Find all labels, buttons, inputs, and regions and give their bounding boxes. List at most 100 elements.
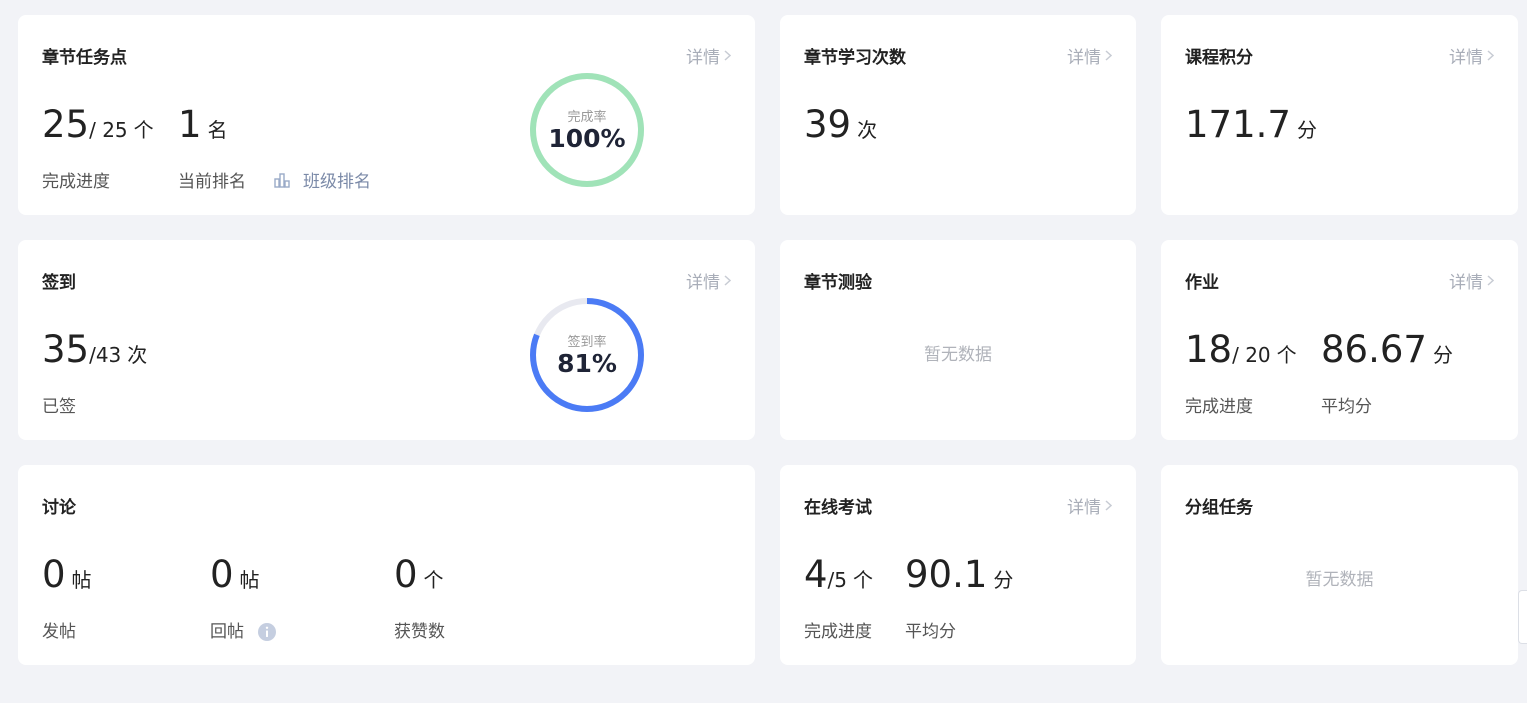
- details-label: 详情: [1449, 273, 1483, 293]
- homework-avg-unit: 分: [1432, 343, 1453, 367]
- study-count: 39: [804, 103, 852, 146]
- signin-value: 35/43 次: [42, 328, 147, 371]
- card-title: 讨论: [42, 498, 76, 518]
- chapter-study-card: 章节学习次数 详情 39 次: [780, 15, 1136, 215]
- likes-value: 0个: [394, 553, 444, 596]
- homework-done: 18: [1185, 328, 1233, 371]
- chapter-tasks-card: 章节任务点 详情 25/ 25 个 完成进度 1名 当前排名 班级排名 完成率 1…: [18, 15, 755, 215]
- avg-label: 平均分: [1321, 397, 1372, 417]
- chevron-right-icon: [1487, 275, 1494, 286]
- chevron-right-icon: [724, 275, 731, 286]
- homework-unit: 个: [1276, 343, 1297, 367]
- card-title: 签到: [42, 273, 76, 293]
- progress-label: 完成进度: [1185, 397, 1253, 417]
- posts-count: 0: [42, 553, 66, 596]
- exam-done: 4: [804, 553, 828, 596]
- posts-label: 发帖: [42, 622, 76, 642]
- homework-total: / 20: [1232, 343, 1271, 367]
- bar-chart-icon: [274, 172, 290, 188]
- rank-unit: 名: [207, 118, 228, 142]
- side-drawer-handle[interactable]: [1518, 590, 1527, 644]
- homework-card: 作业 详情 18/ 20 个 完成进度 86.67 分 平均分: [1161, 240, 1518, 440]
- card-title: 章节学习次数: [804, 48, 906, 68]
- online-exam-card: 在线考试 详情 4/5 个 完成进度 90.1 分 平均分: [780, 465, 1136, 665]
- details-label: 详情: [1067, 48, 1101, 68]
- chevron-right-icon: [1487, 50, 1494, 61]
- details-label: 详情: [686, 48, 720, 68]
- card-title: 作业: [1185, 273, 1219, 293]
- posts-value: 0帖: [42, 553, 92, 596]
- avg-label: 平均分: [905, 622, 956, 642]
- details-label: 详情: [1449, 48, 1483, 68]
- card-title: 分组任务: [1185, 498, 1253, 518]
- details-link[interactable]: 详情: [686, 43, 731, 68]
- details-link[interactable]: 详情: [686, 268, 731, 293]
- chevron-right-icon: [724, 50, 731, 61]
- details-label: 详情: [1067, 498, 1101, 518]
- homework-avg-value: 86.67 分: [1321, 328, 1453, 371]
- replies-unit: 帖: [239, 568, 260, 592]
- task-progress-value: 25/ 25 个: [42, 103, 154, 146]
- exam-total: /5: [827, 568, 848, 592]
- empty-state: 暂无数据: [924, 345, 992, 365]
- card-title: 在线考试: [804, 498, 872, 518]
- exam-avg-unit: 分: [993, 568, 1014, 592]
- ring-label: 签到率: [567, 335, 607, 350]
- empty-state: 暂无数据: [1305, 570, 1374, 590]
- posts-unit: 帖: [71, 568, 92, 592]
- points-value: 171.7 分: [1185, 103, 1317, 146]
- study-count-value: 39 次: [804, 103, 877, 146]
- rank-number: 1: [178, 103, 202, 146]
- chapter-quiz-card: 章节测验 暂无数据: [780, 240, 1136, 440]
- card-title: 课程积分: [1185, 48, 1253, 68]
- signin-card: 签到 详情 35/43 次 已签 签到率 81%: [18, 240, 755, 440]
- class-rank-link[interactable]: 班级排名: [273, 167, 371, 192]
- completion-ring: 完成率 100%: [529, 72, 645, 188]
- details-link[interactable]: 详情: [1449, 43, 1494, 68]
- progress-label: 完成进度: [42, 172, 110, 192]
- replies-label: 回帖: [210, 622, 244, 642]
- info-icon[interactable]: [257, 622, 277, 642]
- homework-avg: 86.67: [1321, 328, 1427, 371]
- rank-value: 1名: [178, 103, 228, 146]
- exam-avg: 90.1: [905, 553, 988, 596]
- replies-value: 0帖: [210, 553, 260, 596]
- rank-label: 当前排名: [178, 172, 246, 192]
- homework-progress-value: 18/ 20 个: [1185, 328, 1297, 371]
- signin-done: 35: [42, 328, 90, 371]
- points-number: 171.7: [1185, 103, 1291, 146]
- exam-unit: 个: [853, 568, 874, 592]
- details-link[interactable]: 详情: [1067, 493, 1112, 518]
- likes-label: 获赞数: [394, 622, 445, 642]
- study-unit: 次: [857, 118, 878, 142]
- ring-label: 完成率: [567, 110, 607, 125]
- class-rank-label: 班级排名: [303, 172, 371, 192]
- likes-count: 0: [394, 553, 418, 596]
- details-link[interactable]: 详情: [1449, 268, 1494, 293]
- tasks-total: / 25: [89, 118, 128, 142]
- course-points-card: 课程积分 详情 171.7 分: [1161, 15, 1518, 215]
- details-label: 详情: [686, 273, 720, 293]
- signin-total: /43: [89, 343, 122, 367]
- signin-label: 已签: [42, 397, 76, 417]
- likes-unit: 个: [423, 568, 444, 592]
- points-unit: 分: [1296, 118, 1317, 142]
- signin-unit: 次: [127, 343, 148, 367]
- details-link[interactable]: 详情: [1067, 43, 1112, 68]
- replies-label-wrap: 回帖: [210, 617, 277, 642]
- card-title: 章节测验: [804, 273, 872, 293]
- tasks-unit: 个: [133, 118, 154, 142]
- ring-value: 100%: [548, 124, 626, 153]
- signin-rate-ring: 签到率 81%: [529, 297, 645, 413]
- discussion-card: 讨论 0帖 发帖 0帖 回帖 0个 获赞数: [18, 465, 755, 665]
- exam-progress-value: 4/5 个: [804, 553, 873, 596]
- card-title: 章节任务点: [42, 48, 127, 68]
- chevron-right-icon: [1105, 500, 1112, 511]
- group-tasks-card: 分组任务 暂无数据: [1161, 465, 1518, 665]
- progress-label: 完成进度: [804, 622, 872, 642]
- exam-avg-value: 90.1 分: [905, 553, 1013, 596]
- replies-count: 0: [210, 553, 234, 596]
- ring-value: 81%: [557, 349, 617, 378]
- chevron-right-icon: [1105, 50, 1112, 61]
- tasks-done: 25: [42, 103, 90, 146]
